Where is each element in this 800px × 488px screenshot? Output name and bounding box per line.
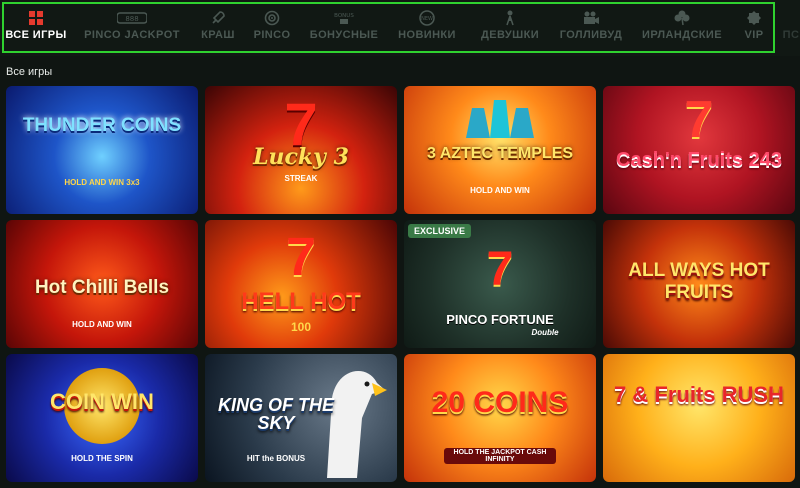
seven-icon: 7 [285,227,317,287]
game-title: 7 & Fruits RUSH [614,382,784,407]
game-title: Cash'n Fruits 243 [616,149,782,171]
game-subtitle: HOLD THE JACKPOT CASH INFINITY [444,448,556,464]
nav-item-label: ВСЕ ИГРЫ [5,29,67,41]
game-subtitle: HOLD AND WIN 3x3 [64,178,140,187]
camera-icon [582,10,600,26]
rocket-icon [210,10,226,26]
nav-item-label: НОВИНКИ [398,29,456,41]
game-title: Lucky 3 [253,144,349,170]
category-nav: ВСЕ ИГРЫ 888 PINCO JACKPOT КРАШ PINCO BO… [0,0,800,56]
girl-icon [504,10,516,26]
exclusive-badge: EXCLUSIVE [408,224,472,238]
game-tile[interactable]: 7 & Fruits RUSH [603,354,795,482]
game-tile[interactable]: COIN WIN HOLD THE SPIN [6,354,198,482]
game-title: 3 AZTEC TEMPLES [426,145,574,162]
game-title: 20 COINS [431,386,569,419]
target-icon [264,10,280,26]
nav-item-label: PINCO JACKPOT [84,29,180,41]
svg-text:BONUS: BONUS [334,13,354,19]
section-title: Все игры [6,66,53,78]
game-title: HELL HOT [241,288,361,315]
nav-item-label: PINCO [253,29,291,41]
game-title: COIN WIN [50,389,154,414]
game-subtitle: HOLD AND WIN [72,320,132,329]
game-subtitle: 100 [290,320,312,334]
game-subtitle: HOLD THE SPIN [71,454,133,463]
nav-item-label: ДЕВУШКИ [480,29,539,41]
new-icon: NEW [418,10,436,26]
game-title: KING OF THE SKY [218,395,334,433]
nav-item-vip[interactable]: VIP [738,0,770,56]
game-subtitle: STREAK [284,174,318,183]
nav-item-irish[interactable]: ИРЛАНДСКИЕ [638,0,726,56]
game-subtitle: HOLD AND WIN [470,186,530,195]
nav-item-label: БОНУСНЫЕ [309,29,379,41]
nav-item-crash[interactable]: КРАШ [194,0,242,56]
grid-icon [29,10,43,26]
game-tile[interactable]: 20 COINS HOLD THE JACKPOT CASH INFINITY [404,354,596,482]
svg-text:888: 888 [125,15,138,23]
vip-icon [746,10,762,26]
game-tile[interactable]: 3 AZTEC TEMPLES HOLD AND WIN [404,86,596,214]
svg-text:NEW: NEW [421,16,433,22]
nav-item-all-games[interactable]: ВСЕ ИГРЫ [2,0,70,56]
game-tile[interactable]: 7 Cash'n Fruits 243 [603,86,795,214]
nav-item-pinco-jackpot[interactable]: 888 PINCO JACKPOT [82,0,182,56]
game-tile[interactable]: ALL WAYS HOT FRUITS [603,220,795,348]
game-tile[interactable]: EXCLUSIVE 7 PINCO FORTUNE Double [404,220,596,348]
game-title: PINCO FORTUNE [446,312,554,327]
nav-item-hollywood[interactable]: ГОЛЛИВУД [554,0,628,56]
game-tile[interactable]: 7 Lucky 3 STREAK [205,86,397,214]
nav-item-girls[interactable]: ДЕВУШКИ [474,0,546,56]
nav-item-label: ИРЛАНДСКИЕ [642,29,722,41]
game-title: ALL WAYS HOT FRUITS [628,260,770,303]
bonus-icon: BONUS [333,10,355,26]
nav-items: ВСЕ ИГРЫ 888 PINCO JACKPOT КРАШ PINCO BO… [0,0,800,56]
nav-item-label: ГОЛЛИВУД [559,29,623,41]
nav-item-bonus[interactable]: BONUS БОНУСНЫЕ [306,0,382,56]
game-tile[interactable]: KING OF THE SKY HIT the BONUS [205,354,397,482]
game-subtitle: Double [531,328,559,337]
nav-item-label: VIP [744,29,764,41]
game-tile[interactable]: 7 HELL HOT 100 [205,220,397,348]
nav-item-label: ПС [782,29,800,41]
game-tile[interactable]: Hot Chilli Bells HOLD AND WIN [6,220,198,348]
game-title: Hot Chilli Bells [34,277,170,298]
games-grid: THUNDER COINS HOLD AND WIN 3x3 7 Lucky 3… [6,86,800,488]
temples-icon [462,98,538,138]
nav-item-partial[interactable]: ПС [782,0,800,56]
clover-icon [674,10,690,26]
game-tile[interactable]: THUNDER COINS HOLD AND WIN 3x3 [6,86,198,214]
nav-item-pinco[interactable]: PINCO [250,0,294,56]
jackpot-icon: 888 [117,10,147,26]
nav-item-label: КРАШ [201,29,235,41]
game-title: THUNDER COINS [22,115,182,136]
nav-item-new[interactable]: NEW НОВИНКИ [394,0,460,56]
seven-icon: 7 [486,243,514,296]
seven-icon: 7 [684,91,714,149]
game-subtitle: HIT the BONUS [246,454,306,463]
